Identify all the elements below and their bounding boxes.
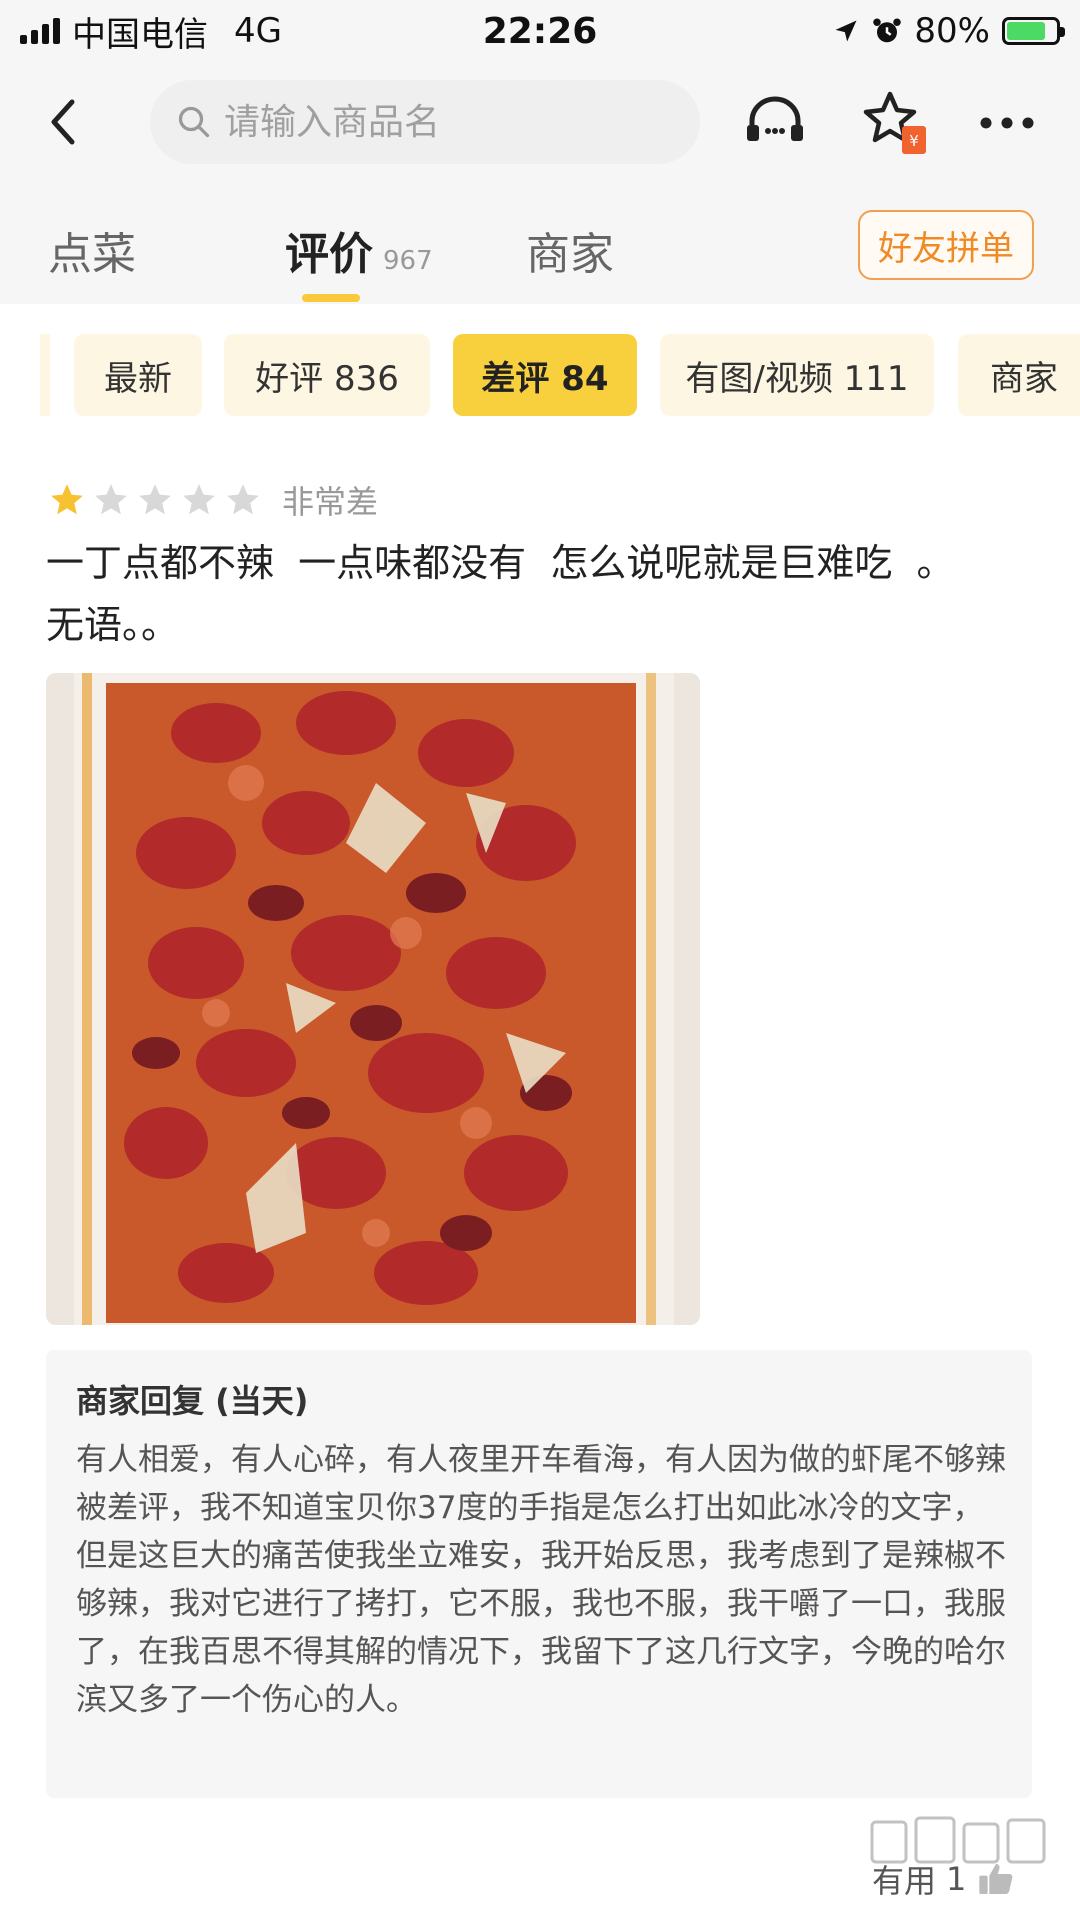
search-input[interactable] [224,101,664,143]
filter-positive[interactable]: 好评 836 [224,334,430,416]
tab-bar: 点菜 评价 967 商家 好友拼单 [0,182,1080,304]
star-empty-icon [227,484,259,515]
active-tab-indicator [302,294,360,302]
alarm-icon [873,18,902,43]
tab-reviews[interactable]: 评价 967 [285,218,433,282]
back-button[interactable] [38,92,88,152]
more-icon [980,117,1034,129]
status-bar: 中国电信 4G 22:26 80% [0,0,1080,62]
reply-title: 商家回复 (当天) [76,1382,309,1420]
star-empty-icon [183,484,215,515]
star-empty-icon [139,484,171,515]
search-icon [178,106,210,138]
star-filled-icon [51,484,83,515]
star-empty-icon [95,484,127,515]
network-label: 4G [234,11,282,51]
search-bar[interactable] [150,80,700,164]
back-arrow-icon [51,99,75,145]
watermark-logo [870,1816,1046,1864]
review-photo[interactable] [46,673,700,1325]
merchant-reply: 商家回复 (当天) 有人相爱，有人心碎，有人夜里开车看海，有人因为做的虾尾不够辣… [46,1350,1032,1798]
tab-merchant[interactable]: 商家 [526,218,614,282]
tab-order[interactable]: 点菜 [48,218,136,282]
battery-percent: 80% [914,11,990,51]
tab-reviews-label: 评价 [285,229,373,280]
customer-service-icon [747,96,803,141]
header: ¥ [0,62,1080,182]
signal-icon [20,18,60,44]
review-text: 一丁点都不辣 一点味都没有 怎么说呢就是巨难吃 。 无语。。 [46,541,955,647]
svg-text:¥: ¥ [909,132,919,150]
filter-negative[interactable]: 差评 84 [453,334,637,416]
star-coupon-icon: ¥ [863,91,926,154]
battery-icon [1002,17,1065,45]
group-order-button[interactable]: 好友拼单 [858,210,1034,280]
favorite-button[interactable]: ¥ [860,88,930,158]
review-rating: 非常差 [48,480,379,521]
filter-chip-edge [40,334,50,416]
rating-text: 非常差 [282,483,379,521]
customer-service-button[interactable] [740,88,810,158]
location-arrow-icon [835,20,857,42]
carrier-label: 中国电信 [72,14,208,55]
filter-merchant[interactable]: 商家 [958,334,1080,416]
clock: 22:26 [482,10,598,52]
food-photo-image [46,673,700,1325]
filter-media[interactable]: 有图/视频 111 [660,334,934,416]
filter-latest[interactable]: 最新 [74,334,202,416]
review-filter-row: 最新 好评 836 差评 84 有图/视频 111 商家 [0,304,1080,428]
tab-reviews-count: 967 [383,246,433,276]
reply-body: 有人相爱，有人心碎，有人夜里开车看海，有人因为做的虾尾不够辣被差评，我不知道宝贝… [76,1442,1006,1718]
more-button[interactable] [972,88,1042,158]
